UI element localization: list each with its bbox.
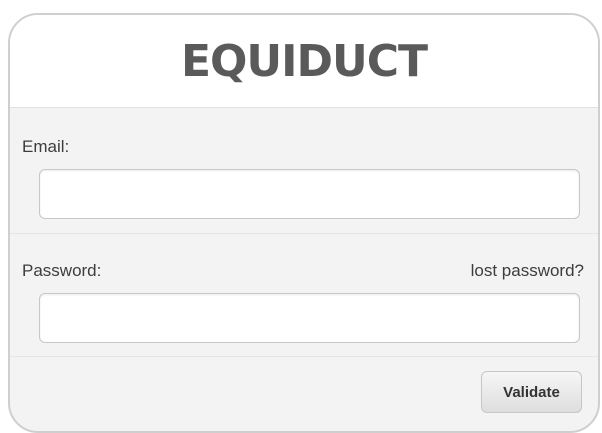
login-card: EQUIDUCT Email: Password: lost password?… xyxy=(8,13,600,433)
divider xyxy=(10,233,598,234)
password-field[interactable] xyxy=(39,293,580,343)
login-header: EQUIDUCT xyxy=(10,15,598,108)
divider xyxy=(10,356,598,357)
app-title: EQUIDUCT xyxy=(180,35,428,87)
password-label: Password: xyxy=(22,261,102,280)
lost-password-link[interactable]: lost password? xyxy=(471,261,584,281)
validate-button[interactable]: Validate xyxy=(481,371,582,413)
email-field[interactable] xyxy=(39,169,580,219)
email-label: Email: xyxy=(22,137,70,156)
